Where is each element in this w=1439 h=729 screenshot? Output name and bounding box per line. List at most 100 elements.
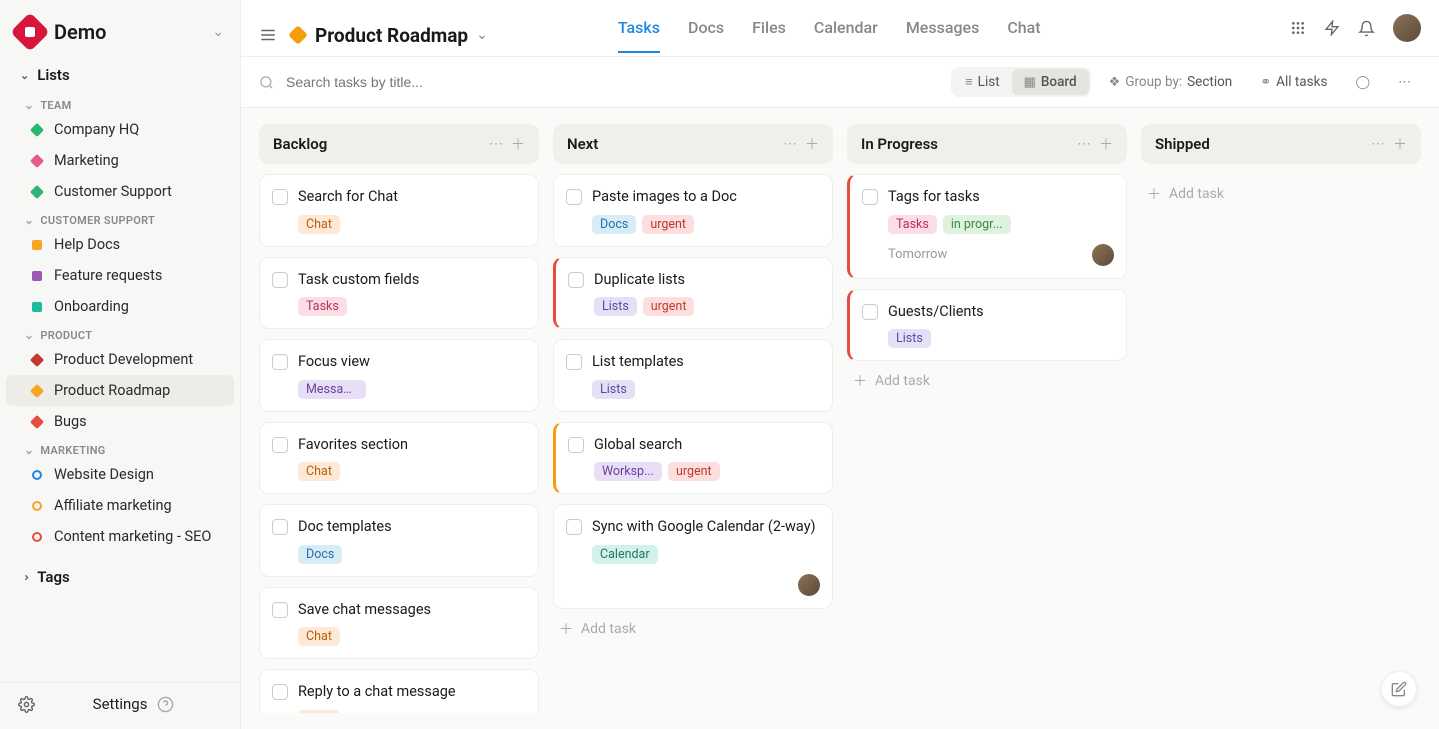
page-title[interactable]: Product Roadmap <box>315 24 468 47</box>
column-add-icon[interactable]: ＋ <box>805 134 819 154</box>
sidebar-item-label: Onboarding <box>54 298 129 315</box>
task-title: Tags for tasks <box>888 187 1114 207</box>
task-title: Global search <box>594 435 820 455</box>
sidebar-item[interactable]: Help Docs <box>6 229 234 260</box>
task-card[interactable]: Doc templatesDocs <box>259 504 539 577</box>
sidebar-item-label: Affiliate marketing <box>54 497 172 514</box>
column-header[interactable]: Backlog⋯＋ <box>259 124 539 164</box>
sidebar-item[interactable]: Company HQ <box>6 114 234 145</box>
sidebar-item[interactable]: Feature requests <box>6 260 234 291</box>
sidebar-item[interactable]: Bugs <box>6 406 234 437</box>
group-by-button[interactable]: ❖ Group by: Section <box>1099 70 1243 94</box>
task-card[interactable]: Guests/ClientsLists <box>847 289 1127 362</box>
settings-button[interactable]: Settings <box>0 682 240 729</box>
scope-button[interactable]: ⚭ All tasks <box>1250 70 1337 94</box>
tab[interactable]: Files <box>752 18 786 53</box>
tab[interactable]: Docs <box>688 18 724 53</box>
task-checkbox[interactable] <box>862 189 878 205</box>
task-card[interactable]: Focus viewMessag... <box>259 339 539 412</box>
task-checkbox[interactable] <box>272 437 288 453</box>
task-tag: Lists <box>594 297 637 316</box>
sidebar-item[interactable]: Onboarding <box>6 291 234 322</box>
task-checkbox[interactable] <box>566 354 582 370</box>
user-avatar[interactable] <box>1393 14 1421 42</box>
task-card[interactable]: Duplicate listsListsurgent <box>553 257 833 330</box>
task-checkbox[interactable] <box>568 437 584 453</box>
search-input[interactable] <box>286 74 586 90</box>
column-add-icon[interactable]: ＋ <box>511 134 525 154</box>
view-switcher: ≡List ▦Board <box>951 67 1091 97</box>
help-icon[interactable] <box>157 696 222 713</box>
assignee-avatar[interactable] <box>798 574 820 596</box>
task-checkbox[interactable] <box>272 519 288 535</box>
sidebar-item[interactable]: Content marketing - SEO <box>6 521 234 552</box>
column-header[interactable]: Next⋯＋ <box>553 124 833 164</box>
task-card[interactable]: Reply to a chat messageChat <box>259 669 539 713</box>
task-tag: in progr... <box>943 215 1011 234</box>
sidebar-item[interactable]: Product Roadmap <box>6 375 234 406</box>
task-card[interactable]: Tags for tasksTasksin progr...Tomorrow <box>847 174 1127 279</box>
workspace-switcher[interactable]: Demo ⌄ <box>0 0 240 58</box>
sidebar-group-header[interactable]: MARKETING <box>0 437 240 459</box>
add-task-button[interactable]: ＋Add task <box>553 609 833 649</box>
bell-icon[interactable] <box>1358 20 1375 37</box>
task-checkbox[interactable] <box>862 304 878 320</box>
task-card[interactable]: Search for ChatChat <box>259 174 539 247</box>
view-board-button[interactable]: ▦Board <box>1012 69 1089 95</box>
users-icon: ⚭ <box>1260 75 1271 90</box>
sidebar-item[interactable]: Customer Support <box>6 176 234 207</box>
task-tag: Docs <box>592 215 636 234</box>
assignee-avatar[interactable] <box>1092 244 1114 266</box>
column-add-icon[interactable]: ＋ <box>1099 134 1113 154</box>
task-checkbox[interactable] <box>568 272 584 288</box>
tab[interactable]: Chat <box>1007 18 1040 53</box>
column-more-icon[interactable]: ⋯ <box>1371 136 1385 152</box>
task-checkbox[interactable] <box>272 189 288 205</box>
sidebar-item[interactable]: Website Design <box>6 459 234 490</box>
bolt-icon[interactable] <box>1324 20 1340 36</box>
view-list-button[interactable]: ≡List <box>953 69 1012 95</box>
tab[interactable]: Calendar <box>814 18 878 53</box>
more-icon[interactable]: ⋯ <box>1388 71 1421 94</box>
column-add-icon[interactable]: ＋ <box>1393 134 1407 154</box>
task-checkbox[interactable] <box>272 602 288 618</box>
tag-filter-button[interactable]: ◯ <box>1345 71 1380 94</box>
search-icon <box>259 75 274 90</box>
task-card[interactable]: Save chat messagesChat <box>259 587 539 660</box>
compose-fab[interactable] <box>1381 671 1417 707</box>
task-card[interactable]: Global searchWorksp...urgent <box>553 422 833 495</box>
task-checkbox[interactable] <box>272 354 288 370</box>
task-checkbox[interactable] <box>272 684 288 700</box>
chevron-down-icon[interactable]: ⌄ <box>476 27 488 43</box>
column-more-icon[interactable]: ⋯ <box>783 136 797 152</box>
task-checkbox[interactable] <box>272 272 288 288</box>
task-checkbox[interactable] <box>566 519 582 535</box>
task-card[interactable]: Task custom fieldsTasks <box>259 257 539 330</box>
tab[interactable]: Messages <box>906 18 980 53</box>
apps-icon[interactable] <box>1290 20 1306 36</box>
task-card[interactable]: Sync with Google Calendar (2-way)Calenda… <box>553 504 833 609</box>
sidebar-section-lists[interactable]: ⌄ Lists <box>0 58 240 92</box>
task-card[interactable]: Favorites sectionChat <box>259 422 539 495</box>
board: Backlog⋯＋Search for ChatChatTask custom … <box>241 108 1439 729</box>
sidebar-item-label: Marketing <box>54 152 119 169</box>
column-header[interactable]: In Progress⋯＋ <box>847 124 1127 164</box>
menu-icon[interactable] <box>259 26 277 44</box>
sidebar-item[interactable]: Marketing <box>6 145 234 176</box>
add-task-button[interactable]: ＋Add task <box>1141 174 1421 214</box>
task-card[interactable]: Paste images to a DocDocsurgent <box>553 174 833 247</box>
column-header[interactable]: Shipped⋯＋ <box>1141 124 1421 164</box>
task-card[interactable]: List templatesLists <box>553 339 833 412</box>
add-task-button[interactable]: ＋Add task <box>847 361 1127 401</box>
list-color-icon <box>30 414 44 428</box>
task-checkbox[interactable] <box>566 189 582 205</box>
sidebar-item[interactable]: Product Development <box>6 344 234 375</box>
sidebar-section-tags[interactable]: ⌄ Tags <box>0 560 240 594</box>
sidebar-group-header[interactable]: TEAM <box>0 92 240 114</box>
sidebar-group-header[interactable]: CUSTOMER SUPPORT <box>0 207 240 229</box>
sidebar-group-header[interactable]: PRODUCT <box>0 322 240 344</box>
tab[interactable]: Tasks <box>618 18 660 53</box>
column-more-icon[interactable]: ⋯ <box>489 136 503 152</box>
sidebar-item[interactable]: Affiliate marketing <box>6 490 234 521</box>
column-more-icon[interactable]: ⋯ <box>1077 136 1091 152</box>
